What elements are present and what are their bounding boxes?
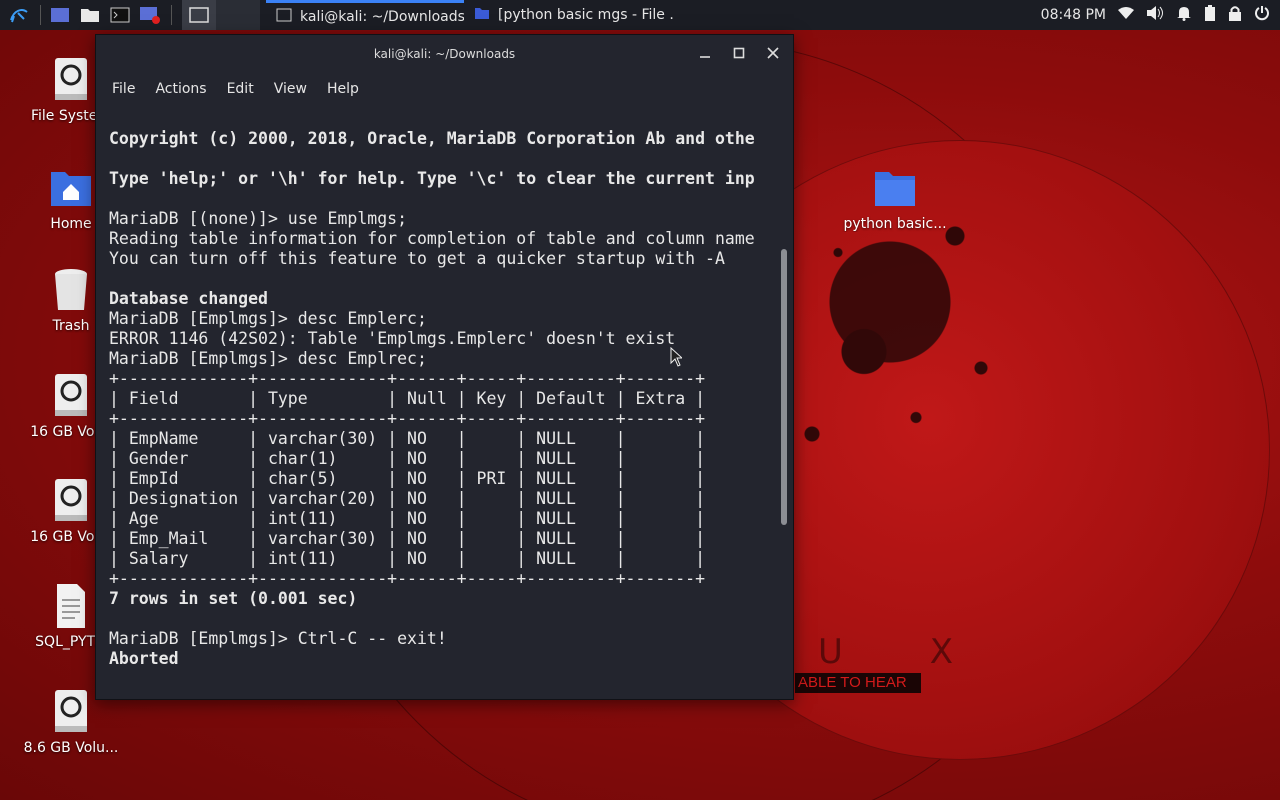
terminal-line: | Designation | varchar(20) | NO | | NUL… [109, 489, 706, 508]
terminal-app-icon [276, 8, 292, 26]
terminal-line: Aborted [109, 649, 179, 668]
menu-file[interactable]: File [104, 77, 143, 101]
screen-recorder-icon[interactable] [139, 4, 161, 26]
desktop-icon-python-folder[interactable]: python basic... [840, 164, 950, 232]
taskbar-app-label: [python basic mgs - File ... [498, 7, 674, 23]
taskbar: kali@kali: ~/Downloads [python basic mgs… [0, 0, 1280, 30]
maximize-button[interactable] [729, 43, 749, 63]
desktop-icon-label: python basic... [843, 216, 947, 232]
drive-icon [55, 690, 87, 732]
taskbar-separator [40, 5, 41, 25]
trash-icon [55, 269, 87, 310]
terminal-line: | Field | Type | Null | Key | Default | … [109, 389, 706, 408]
minimize-icon [700, 56, 710, 58]
home-folder-icon [51, 172, 91, 206]
menu-help[interactable]: Help [319, 77, 367, 101]
power-icon[interactable] [1254, 5, 1270, 25]
close-icon [767, 47, 779, 59]
close-button[interactable] [763, 43, 783, 63]
terminal-line: +-------------+-------------+------+----… [109, 569, 706, 588]
kali-menu-icon[interactable] [8, 4, 30, 26]
terminal-launcher-icon[interactable] [109, 4, 131, 26]
terminal-line: +-------------+-------------+------+----… [109, 369, 706, 388]
folder-app-icon [474, 6, 490, 24]
terminal-line: Reading table information for completion… [109, 229, 755, 248]
taskbar-app-terminal[interactable]: kali@kali: ~/Downloads [266, 0, 464, 30]
taskbar-app-label: kali@kali: ~/Downloads [300, 8, 464, 25]
mouse-pointer-icon [670, 347, 682, 367]
wallpaper-tag: ABLE TO HEAR [795, 673, 921, 693]
clock[interactable]: 08:48 PM [1041, 7, 1106, 23]
terminal-window: kali@kali: ~/Downloads File Actions Edit… [95, 34, 794, 700]
terminal-line: You can turn off this feature to get a q… [109, 249, 725, 268]
window-titlebar[interactable]: kali@kali: ~/Downloads [96, 35, 793, 73]
terminal-line: | Emp_Mail | varchar(30) | NO | | NULL |… [109, 529, 706, 548]
notification-bell-icon[interactable] [1176, 5, 1192, 25]
drive-icon [55, 479, 87, 521]
workspace-1-icon[interactable] [182, 0, 216, 30]
terminal-line: Type 'help;' or '\h' for help. Type '\c'… [109, 169, 755, 188]
menu-actions[interactable]: Actions [147, 77, 214, 101]
terminal-line: MariaDB [Emplmgs]> desc Emplerc; [109, 309, 427, 328]
maximize-icon [733, 47, 745, 59]
drive-icon [55, 58, 87, 100]
taskbar-separator [171, 5, 172, 25]
menu-edit[interactable]: Edit [219, 77, 262, 101]
terminal-line: MariaDB [(none)]> use Emplmgs; [109, 209, 408, 228]
terminal-line: | Gender | char(1) | NO | | NULL | | [109, 449, 706, 468]
drive-icon [55, 374, 87, 416]
terminal-line: | EmpName | varchar(30) | NO | | NULL | … [109, 429, 706, 448]
desktop-icon-label: 8.6 GB Volu... [23, 740, 119, 756]
workspace-2-icon[interactable] [216, 0, 260, 30]
menu-bar: File Actions Edit View Help [96, 73, 793, 105]
terminal-line: | EmpId | char(5) | NO | PRI | NULL | | [109, 469, 706, 488]
terminal-output[interactable]: Copyright (c) 2000, 2018, Oracle, MariaD… [96, 127, 778, 699]
lock-icon[interactable] [1228, 5, 1242, 25]
folder-icon [875, 172, 915, 206]
window-title: kali@kali: ~/Downloads [373, 47, 516, 61]
terminal-line: Copyright (c) 2000, 2018, Oracle, MariaD… [109, 129, 755, 148]
text-file-icon [57, 584, 85, 628]
volume-icon[interactable] [1146, 5, 1164, 25]
terminal-line: ERROR 1146 (42S02): Table 'Emplmgs.Emple… [109, 329, 676, 348]
wallpaper-letters: U X [818, 632, 991, 672]
terminal-line: Database changed [109, 289, 268, 308]
system-tray: 08:48 PM [1041, 4, 1280, 26]
terminal-line: +-------------+-------------+------+----… [109, 409, 706, 428]
terminal-line: | Salary | int(11) | NO | | NULL | | [109, 549, 706, 568]
scrollbar-thumb[interactable] [781, 249, 787, 525]
minimize-button[interactable] [695, 43, 715, 63]
terminal-line: 7 rows in set (0.001 sec) [109, 589, 358, 608]
battery-icon[interactable] [1204, 4, 1216, 26]
terminal-scrollbar[interactable] [781, 105, 787, 695]
terminal-line: MariaDB [Emplmgs]> Ctrl-C -- exit! [109, 629, 447, 648]
taskbar-app-folder[interactable]: [python basic mgs - File ... [464, 0, 674, 30]
file-manager-icon[interactable] [79, 4, 101, 26]
wifi-icon[interactable] [1118, 6, 1134, 24]
terminal-line: | Age | int(11) | NO | | NULL | | [109, 509, 706, 528]
menu-view[interactable]: View [266, 77, 315, 101]
show-desktop-icon[interactable] [49, 4, 71, 26]
